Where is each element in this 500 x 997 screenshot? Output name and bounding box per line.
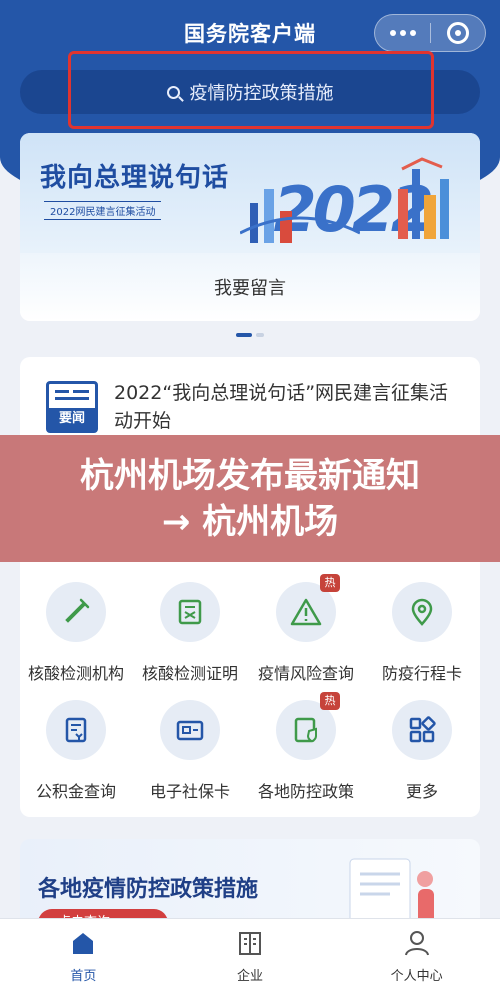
tab-enterprise[interactable]: 企业 (167, 919, 334, 997)
tab-label: 首页 (70, 969, 97, 984)
location-pin-icon (392, 582, 452, 642)
service-label: 疫情风险查询 (257, 664, 354, 683)
news-badge-label: 要闻 (49, 408, 95, 430)
test-tube-icon (46, 582, 106, 642)
grid-apps-icon (392, 700, 452, 760)
service-label: 核酸检测证明 (141, 664, 238, 683)
close-target-icon[interactable] (431, 14, 485, 52)
building-icon (239, 932, 261, 955)
person-icon (404, 931, 429, 956)
city-skyline-icon (398, 157, 449, 239)
news-badge-icon: 要闻 (46, 381, 98, 433)
home-icon (73, 933, 94, 954)
service-label: 核酸检测机构 (27, 664, 124, 683)
service-item-nucleic-test-agency[interactable]: 核酸检测机构 (16, 582, 136, 684)
service-item-nucleic-test-certificate[interactable]: 核酸检测证明 (130, 582, 250, 684)
certificate-icon (160, 582, 220, 642)
service-label: 防疫行程卡 (381, 664, 462, 683)
carousel-indicator (236, 333, 264, 337)
banner-subtitle: 2022网民建言征集活动 (44, 201, 162, 220)
service-item-travel-card[interactable]: 防疫行程卡 (362, 582, 482, 684)
tab-label: 个人中心 (390, 969, 443, 984)
promo-title: 各地疫情防控政策措施 (38, 877, 259, 902)
tab-label: 企业 (237, 969, 264, 984)
service-label: 公积金查询 (35, 782, 116, 801)
hot-badge: 热 (320, 692, 340, 710)
banner-image[interactable]: 我向总理说句话 2022网民建言征集活动 2022 (20, 133, 480, 253)
service-item-more[interactable]: 更多 (362, 700, 482, 802)
banner-card[interactable]: 我向总理说句话 2022网民建言征集活动 2022 我要留言 (20, 133, 480, 321)
service-item-social-security-card[interactable]: 电子社保卡 (130, 700, 250, 802)
tab-personal-center[interactable]: 个人中心 (333, 919, 500, 997)
leave-message-button[interactable]: 我要留言 (20, 253, 480, 321)
tab-home[interactable]: 首页 (0, 919, 167, 997)
fund-document-icon (46, 700, 106, 760)
id-card-icon (160, 700, 220, 760)
service-label: 更多 (405, 782, 438, 801)
service-label: 各地防控政策 (257, 782, 354, 801)
mini-program-capsule (374, 14, 486, 52)
overlay-caption: 杭州机场发布最新通知 → 杭州机场 (0, 435, 500, 562)
more-options-icon[interactable] (375, 14, 430, 52)
carousel-dot (256, 333, 264, 337)
hot-badge: 热 (320, 574, 340, 592)
service-item-provident-fund[interactable]: 公积金查询 (16, 700, 136, 802)
service-label: 电子社保卡 (149, 782, 230, 801)
bridge-skyline-icon (240, 189, 360, 243)
news-headline[interactable]: 2022“我向总理说句话”网民建言征集活动开始 (114, 379, 454, 435)
service-item-local-policy[interactable]: 热 各地防控政策 (246, 692, 366, 802)
overlay-text: 杭州机场发布最新通知 → 杭州机场 (80, 455, 420, 542)
carousel-dot-active (236, 333, 252, 337)
service-item-risk-query[interactable]: 热 疫情风险查询 (246, 574, 366, 684)
banner-title: 我向总理说句话 (40, 163, 230, 193)
bottom-tab-bar: 首页 企业 个人中心 (0, 918, 500, 997)
search-highlight-box (68, 51, 434, 129)
